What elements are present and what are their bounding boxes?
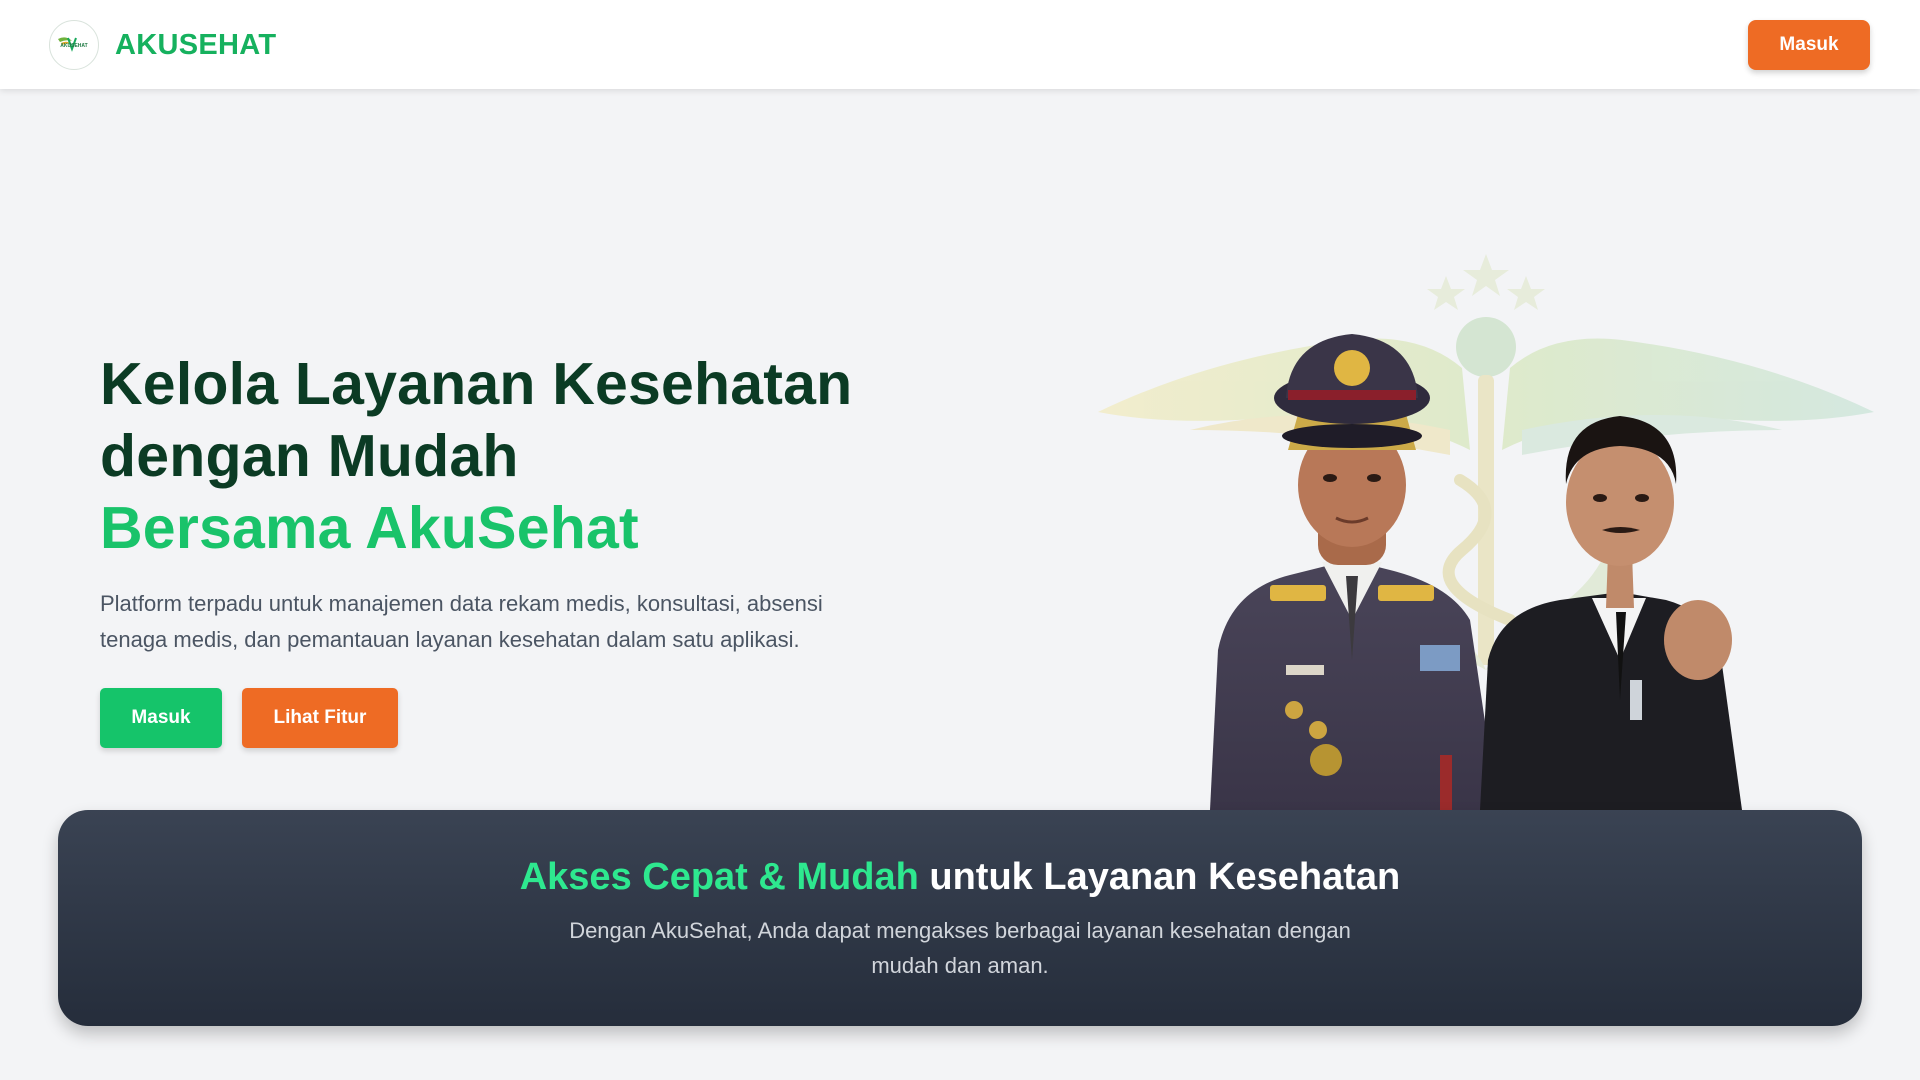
- navbar-login-button[interactable]: Masuk: [1748, 20, 1870, 70]
- navbar: AKUSEHAT AKUSEHAT Masuk: [0, 0, 1920, 89]
- banner-title: Akses Cepat & Mudah untuk Layanan Keseha…: [58, 856, 1862, 899]
- svg-text:AKUSEHAT: AKUSEHAT: [60, 43, 87, 49]
- winged-caduceus-emblem-icon: [1098, 254, 1874, 670]
- feature-banner: Akses Cepat & Mudah untuk Layanan Keseha…: [58, 810, 1862, 1026]
- banner-title-rest: untuk Layanan Kesehatan: [918, 856, 1401, 898]
- hero-title-accent: Bersama AkuSehat: [100, 495, 639, 561]
- banner-title-highlight: Akses Cepat & Mudah: [519, 856, 919, 898]
- view-features-button[interactable]: Lihat Fitur: [242, 688, 398, 748]
- brand-name: AKUSEHAT: [115, 28, 277, 61]
- brand[interactable]: AKUSEHAT AKUSEHAT: [49, 20, 276, 70]
- hero-title-line2: dengan Mudah: [100, 423, 519, 489]
- akusehat-logo-icon: AKUSEHAT: [49, 20, 99, 70]
- hero-login-button[interactable]: Masuk: [100, 688, 222, 748]
- hero-description: Platform terpadu untuk manajemen data re…: [100, 591, 823, 652]
- banner-description: Dengan AkuSehat, Anda dapat mengakses be…: [569, 918, 1351, 978]
- hero-illustration: [1090, 240, 1890, 810]
- hero-actions: Masuk Lihat Fitur: [100, 688, 880, 748]
- hero-section: Kelola Layanan Kesehatan dengan Mudah Be…: [100, 348, 880, 748]
- hero-title: Kelola Layanan Kesehatan dengan Mudah Be…: [100, 348, 880, 564]
- suited-man-portrait-icon: [1480, 416, 1742, 810]
- hero-title-line1: Kelola Layanan Kesehatan: [100, 351, 853, 417]
